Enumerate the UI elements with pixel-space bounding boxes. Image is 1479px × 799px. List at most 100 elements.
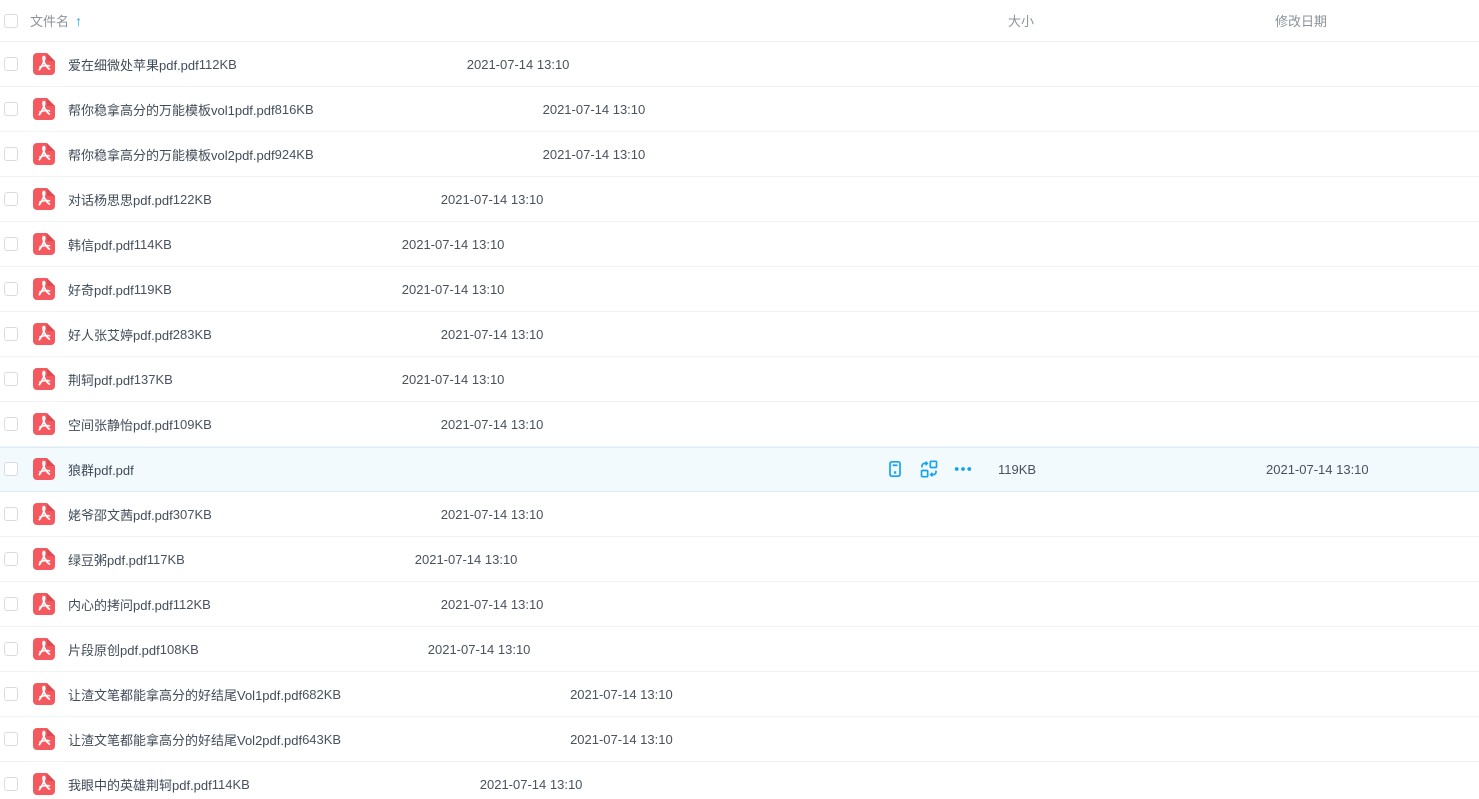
select-all-checkbox[interactable] (4, 14, 18, 28)
pdf-file-icon (33, 188, 55, 210)
file-row[interactable]: 狼群pdf.pdf (0, 447, 1479, 492)
file-row[interactable]: 爱在细微处苹果pdf.pdf (0, 42, 1479, 87)
more-actions-icon[interactable] (954, 460, 972, 478)
row-checkbox[interactable] (4, 597, 18, 611)
list-header: 文件名 ↑ 大小 修改日期 (0, 0, 1479, 42)
file-name[interactable]: 让渣文笔都能拿高分的好结尾Vol1pdf.pdf (68, 685, 302, 704)
file-name[interactable]: 狼群pdf.pdf (68, 460, 134, 479)
file-row[interactable]: 让渣文笔都能拿高分的好结尾Vol2pdf.pdf (0, 717, 1479, 762)
file-size: 283KB (173, 327, 441, 342)
file-size: 816KB (275, 102, 543, 117)
pdf-file-icon (33, 593, 55, 615)
file-size: 114KB (134, 237, 402, 252)
file-row[interactable]: 让渣文笔都能拿高分的好结尾Vol1pdf.pdf (0, 672, 1479, 717)
row-checkbox[interactable] (4, 642, 18, 656)
file-date: 2021-07-14 13:10 (428, 642, 641, 657)
row-checkbox[interactable] (4, 237, 18, 251)
file-size: 117KB (147, 552, 415, 567)
row-checkbox[interactable] (4, 777, 18, 791)
file-name[interactable]: 好人张艾婷pdf.pdf (68, 325, 173, 344)
pdf-file-icon (33, 233, 55, 255)
file-date: 2021-07-14 13:10 (441, 597, 654, 612)
column-header-filename-wrap: 文件名 ↑ (18, 11, 998, 30)
file-row[interactable]: 姥爷邵文茜pdf.pdf (0, 492, 1479, 537)
row-checkbox[interactable] (4, 147, 18, 161)
file-name[interactable]: 帮你稳拿高分的万能模板vol2pdf.pdf (68, 145, 275, 164)
file-row[interactable]: 我眼中的英雄荆轲pdf.pdf (0, 762, 1479, 799)
file-size: 112KB (199, 57, 467, 72)
row-checkbox[interactable] (4, 417, 18, 431)
row-checkbox[interactable] (4, 102, 18, 116)
file-row[interactable]: 韩信pdf.pdf (0, 222, 1479, 267)
column-header-filename[interactable]: 文件名 (30, 11, 69, 30)
file-date: 2021-07-14 13:10 (441, 507, 654, 522)
file-date: 2021-07-14 13:10 (441, 417, 654, 432)
pdf-file-icon (33, 728, 55, 750)
row-checkbox[interactable] (4, 687, 18, 701)
column-header-size[interactable]: 大小 (998, 11, 1266, 30)
file-name[interactable]: 姥爷邵文茜pdf.pdf (68, 505, 173, 524)
file-name[interactable]: 内心的拷问pdf.pdf (68, 595, 173, 614)
row-hover-actions (886, 460, 972, 478)
file-size: 109KB (173, 417, 441, 432)
row-checkbox[interactable] (4, 372, 18, 386)
file-name[interactable]: 对话杨思思pdf.pdf (68, 190, 173, 209)
file-name[interactable]: 让渣文笔都能拿高分的好结尾Vol2pdf.pdf (68, 730, 302, 749)
row-checkbox[interactable] (4, 732, 18, 746)
row-checkbox[interactable] (4, 57, 18, 71)
row-checkbox[interactable] (4, 192, 18, 206)
send-to-phone-icon[interactable] (886, 460, 904, 478)
file-row[interactable]: 帮你稳拿高分的万能模板vol2pdf.pdf (0, 132, 1479, 177)
file-date: 2021-07-14 13:10 (570, 687, 783, 702)
file-list: 文件名 ↑ 大小 修改日期 爱在细微处苹果pdf.pdf (0, 0, 1479, 799)
file-date: 2021-07-14 13:10 (570, 732, 783, 747)
file-size: 119KB (134, 282, 402, 297)
file-name[interactable]: 韩信pdf.pdf (68, 235, 134, 254)
row-checkbox[interactable] (4, 327, 18, 341)
column-header-date[interactable]: 修改日期 (1266, 11, 1479, 30)
file-name[interactable]: 爱在细微处苹果pdf.pdf (68, 55, 199, 74)
file-size: 307KB (173, 507, 441, 522)
row-checkbox[interactable] (4, 552, 18, 566)
pdf-file-icon (33, 638, 55, 660)
file-size: 114KB (212, 777, 480, 792)
file-row[interactable]: 帮你稳拿高分的万能模板vol1pdf.pdf (0, 87, 1479, 132)
pdf-file-icon (33, 278, 55, 300)
pdf-file-icon (33, 323, 55, 345)
file-name[interactable]: 片段原创pdf.pdf (68, 640, 160, 659)
pdf-file-icon (33, 458, 55, 480)
file-row[interactable]: 空间张静怡pdf.pdf (0, 402, 1479, 447)
file-date: 2021-07-14 13:10 (441, 327, 654, 342)
file-rows: 爱在细微处苹果pdf.pdf (0, 42, 1479, 799)
file-name[interactable]: 好奇pdf.pdf (68, 280, 134, 299)
file-row[interactable]: 内心的拷问pdf.pdf (0, 582, 1479, 627)
file-size: 137KB (134, 372, 402, 387)
file-size: 112KB (173, 597, 441, 612)
file-row[interactable]: 好人张艾婷pdf.pdf (0, 312, 1479, 357)
file-date: 2021-07-14 13:10 (402, 282, 615, 297)
file-date: 2021-07-14 13:10 (402, 237, 615, 252)
pdf-file-icon (33, 143, 55, 165)
row-checkbox[interactable] (4, 507, 18, 521)
file-row[interactable]: 绿豆粥pdf.pdf (0, 537, 1479, 582)
pdf-file-icon (33, 773, 55, 795)
file-size: 924KB (275, 147, 543, 162)
organize-icon[interactable] (920, 460, 938, 478)
sort-ascending-icon[interactable]: ↑ (75, 13, 82, 29)
file-row[interactable]: 片段原创pdf.pdf (0, 627, 1479, 672)
file-name[interactable]: 绿豆粥pdf.pdf (68, 550, 147, 569)
file-name[interactable]: 空间张静怡pdf.pdf (68, 415, 173, 434)
file-name[interactable]: 帮你稳拿高分的万能模板vol1pdf.pdf (68, 100, 275, 119)
file-row[interactable]: 荆轲pdf.pdf (0, 357, 1479, 402)
row-checkbox[interactable] (4, 462, 18, 476)
pdf-file-icon (33, 98, 55, 120)
file-size: 119KB (998, 462, 1266, 477)
file-date: 2021-07-14 13:10 (543, 102, 756, 117)
file-row[interactable]: 好奇pdf.pdf (0, 267, 1479, 312)
pdf-file-icon (33, 503, 55, 525)
file-size: 122KB (173, 192, 441, 207)
file-name[interactable]: 荆轲pdf.pdf (68, 370, 134, 389)
file-name[interactable]: 我眼中的英雄荆轲pdf.pdf (68, 775, 212, 794)
file-row[interactable]: 对话杨思思pdf.pdf (0, 177, 1479, 222)
row-checkbox[interactable] (4, 282, 18, 296)
